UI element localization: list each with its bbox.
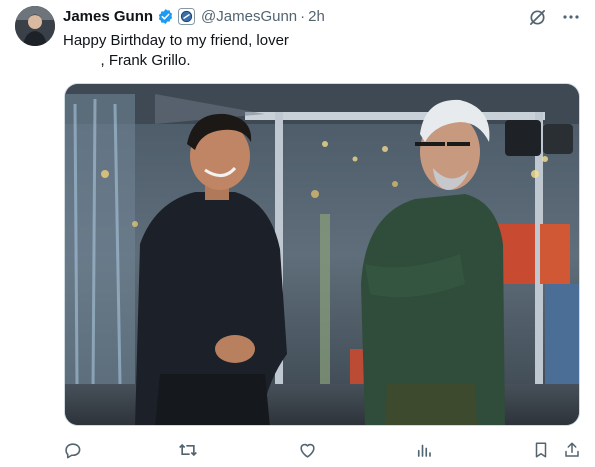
tweet-header: James Gunn @JamesGunn · 2h bbox=[63, 6, 325, 26]
verified-badge-icon bbox=[157, 8, 174, 25]
affiliate-badge-icon[interactable] bbox=[178, 7, 196, 25]
bookmark-icon[interactable] bbox=[529, 438, 553, 462]
author-handle[interactable]: @JamesGunn bbox=[201, 8, 297, 25]
tweet: James Gunn @JamesGunn · 2h Happy Birthda… bbox=[0, 0, 595, 467]
grok-icon[interactable] bbox=[527, 7, 547, 27]
tweet-photo[interactable] bbox=[64, 83, 580, 426]
timestamp[interactable]: 2h bbox=[308, 8, 325, 25]
views-icon[interactable] bbox=[412, 438, 436, 462]
avatar[interactable] bbox=[15, 6, 55, 46]
tweet-actions bbox=[60, 438, 585, 462]
reply-icon[interactable] bbox=[60, 438, 84, 462]
like-icon[interactable] bbox=[295, 438, 319, 462]
tweet-text: Happy Birthday to my friend, lover , Fra… bbox=[63, 32, 289, 69]
separator-dot: · bbox=[300, 7, 306, 25]
retweet-icon[interactable] bbox=[176, 438, 200, 462]
tweet-top-actions bbox=[527, 7, 581, 27]
more-icon[interactable] bbox=[561, 7, 581, 27]
share-icon[interactable] bbox=[560, 438, 584, 462]
author-name[interactable]: James Gunn bbox=[63, 8, 153, 25]
